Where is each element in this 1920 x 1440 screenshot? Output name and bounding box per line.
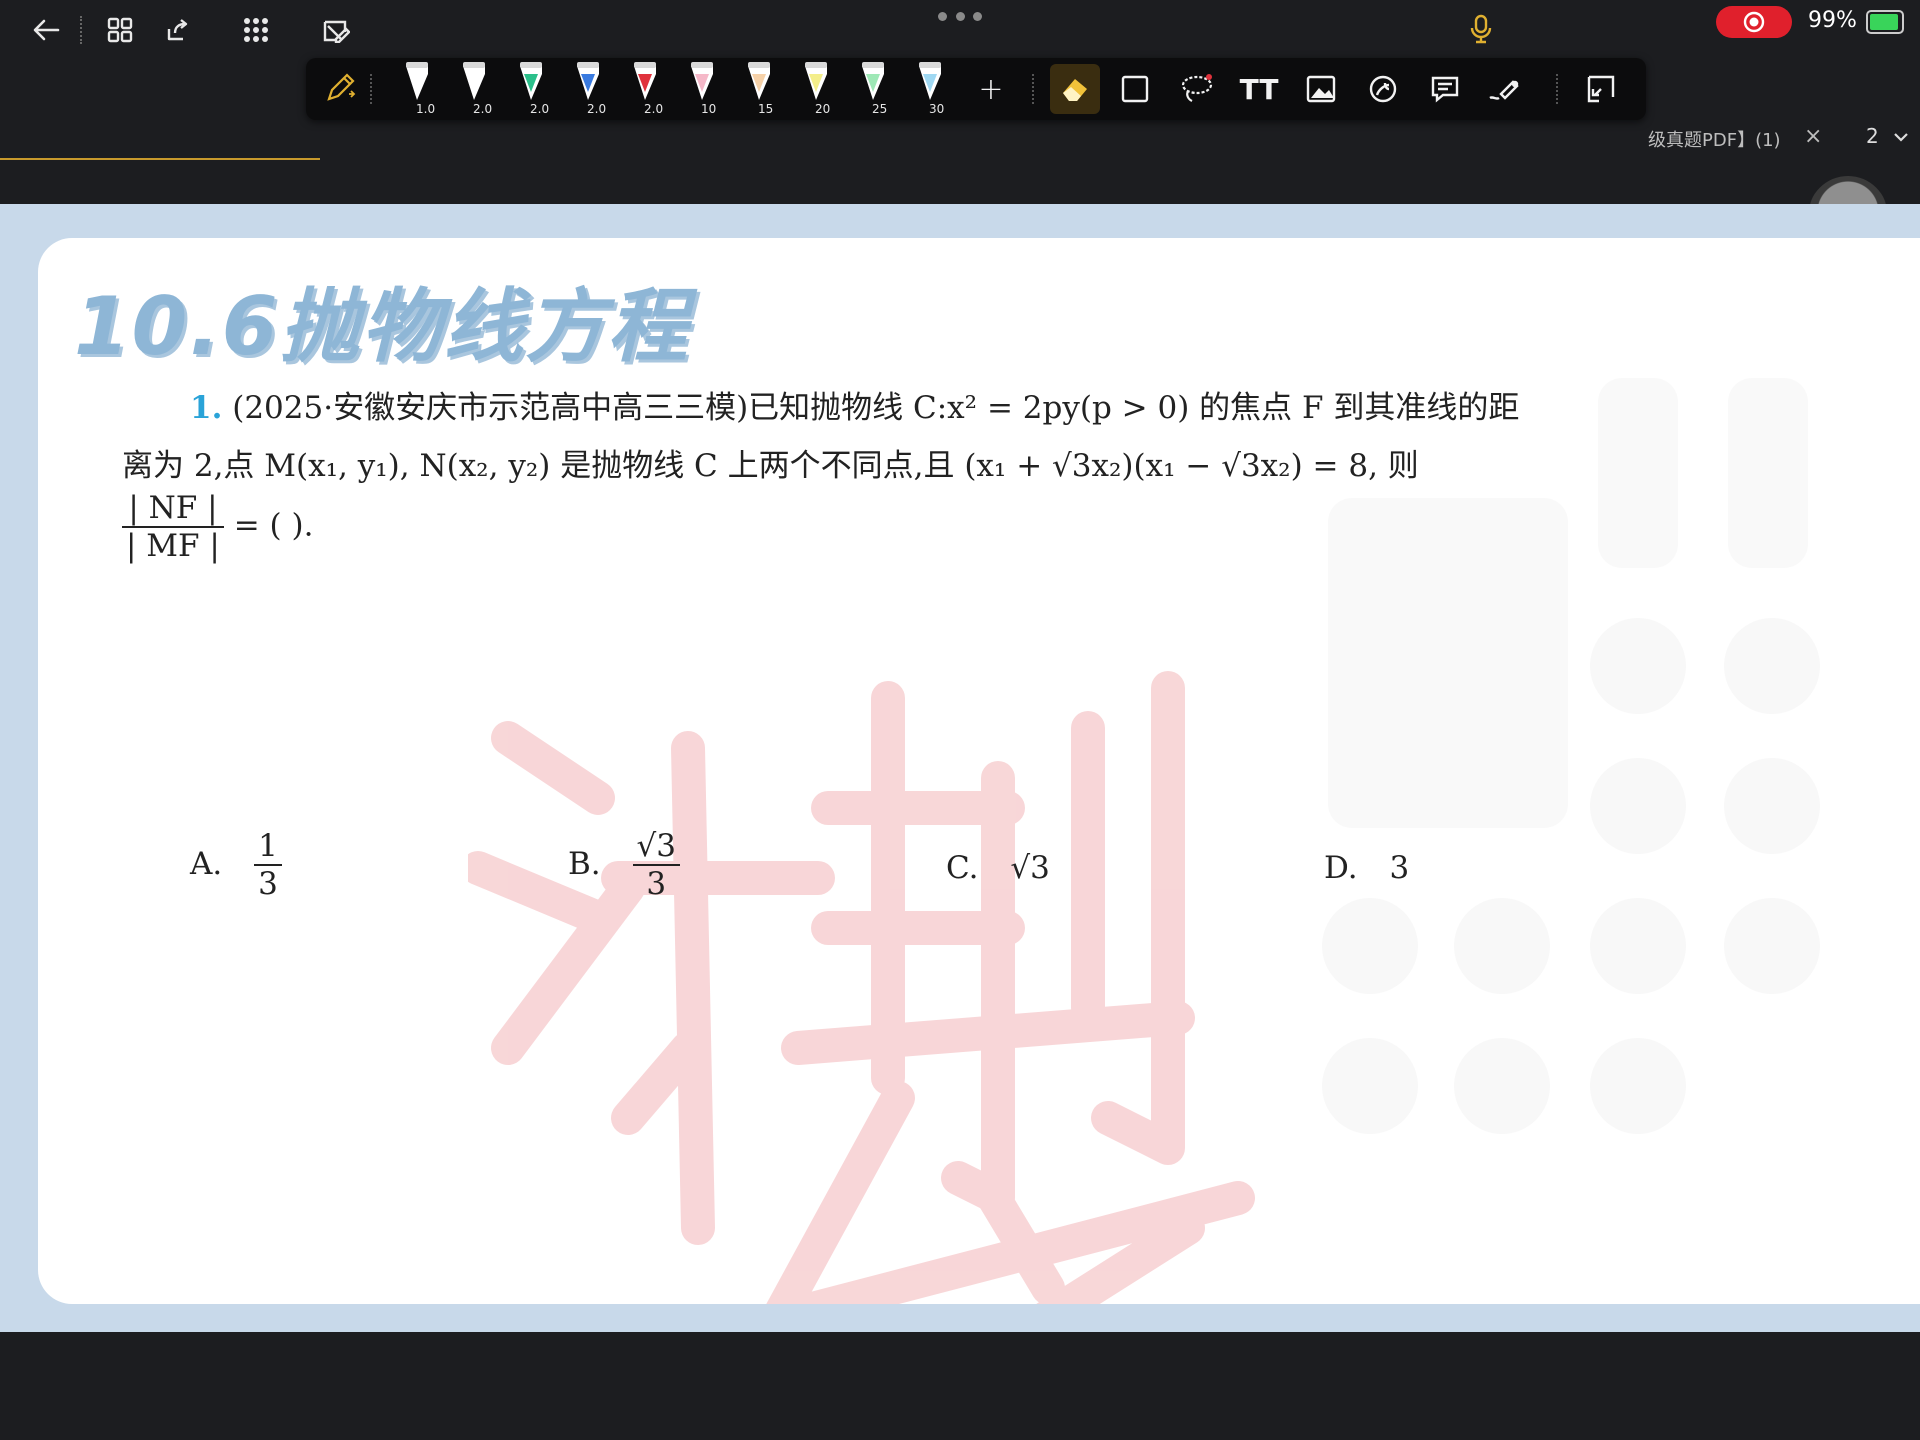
pen-size-label: 2.0	[587, 102, 607, 116]
apps-icon[interactable]	[236, 10, 276, 50]
page-number: 2	[1866, 124, 1879, 148]
document-tab-title[interactable]: 级真题PDF】(1)	[1648, 126, 1781, 152]
screen-record-icon[interactable]	[1716, 6, 1792, 38]
page-number-selector[interactable]: 2	[1866, 124, 1909, 148]
export-icon[interactable]	[158, 10, 198, 50]
pen-tool[interactable]: 25	[852, 60, 896, 118]
option-fraction: 1 3	[254, 828, 282, 902]
top-navigation-bar: 99%	[0, 0, 1920, 60]
control-ghost	[1724, 758, 1820, 854]
pen-size-label: 25	[872, 102, 888, 116]
pen-size-label: 20	[815, 102, 831, 116]
control-ghost	[1598, 378, 1678, 568]
question-text: (2025·安徽安庆市示范高中高三三模)已知抛物线 C:x² = 2py(p >…	[232, 390, 1520, 426]
option-fraction: √3 3	[632, 828, 680, 902]
divider	[370, 74, 372, 104]
pen-tool[interactable]: 1.0	[396, 60, 440, 118]
control-ghost	[1322, 1038, 1418, 1134]
fraction-numerator: √3	[632, 828, 680, 866]
pen-tool[interactable]: 30	[909, 60, 953, 118]
question-fraction-line: | NF | | MF | = ( ).	[122, 490, 313, 564]
pencil-bluetooth-icon[interactable]	[316, 64, 366, 114]
microphone-icon	[1470, 14, 1492, 48]
option-a[interactable]: A. 1 3	[190, 828, 282, 902]
pen-tool[interactable]: 2.0	[453, 60, 497, 118]
chevron-down-icon	[1894, 133, 1908, 142]
question-line-2: 离为 2,点 M(x₁, y₁), N(x₂, y₂) 是抛物线 C 上两个不同…	[122, 448, 1419, 484]
pen-tool[interactable]: 2.0	[567, 60, 611, 118]
divider	[1556, 74, 1558, 104]
control-ghost	[1590, 1038, 1686, 1134]
option-c[interactable]: C. √3	[946, 850, 1050, 886]
control-ghost	[1728, 378, 1808, 568]
laser-pointer-icon[interactable]	[1480, 64, 1530, 114]
pen-size-label: 30	[929, 102, 945, 116]
add-pen-button[interactable]: +	[966, 64, 1016, 114]
pen-tool[interactable]: 15	[738, 60, 782, 118]
image-icon[interactable]	[1296, 64, 1346, 114]
question-line-1: 1. (2025·安徽安庆市示范高中高三三模)已知抛物线 C:x² = 2py(…	[190, 382, 1519, 427]
pen-tool[interactable]: 2.0	[510, 60, 554, 118]
section-title: 10.6抛物线方程	[74, 280, 690, 373]
divider	[80, 16, 82, 44]
active-tab-indicator	[0, 158, 320, 160]
fraction-numerator: | NF |	[122, 490, 224, 528]
pen-size-label: 2.0	[530, 102, 550, 116]
control-ghost	[1590, 618, 1686, 714]
answer-blank: = ( ).	[233, 507, 314, 544]
control-ghost	[1454, 1038, 1550, 1134]
option-value: 3	[1389, 850, 1410, 886]
control-ghost	[1724, 618, 1820, 714]
pen-size-label: 15	[758, 102, 774, 116]
pen-tool[interactable]: 2.0	[624, 60, 668, 118]
crop-icon[interactable]	[1576, 64, 1626, 114]
pdf-page[interactable]: 10.6抛物线方程 1. (2025·安徽安庆市示范高中高三三模)已知抛物线 C…	[38, 238, 1920, 1304]
control-ghost	[1454, 898, 1550, 994]
battery-percentage: 99%	[1808, 8, 1857, 33]
more-dots-icon[interactable]	[938, 12, 982, 24]
fraction-denominator: | MF |	[126, 528, 220, 564]
control-ghost	[1590, 898, 1686, 994]
control-ghost	[1724, 898, 1820, 994]
battery-icon	[1866, 10, 1904, 34]
pen-tool[interactable]: 20	[795, 60, 839, 118]
fraction-denominator: 3	[258, 866, 278, 902]
option-label: C.	[946, 850, 979, 886]
pen-size-label: 2.0	[644, 102, 664, 116]
control-ghost	[1328, 498, 1568, 828]
shape-icon[interactable]	[1110, 64, 1160, 114]
question-number: 1.	[190, 390, 223, 426]
fraction-numerator: 1	[254, 828, 282, 866]
control-ghost	[1322, 898, 1418, 994]
back-arrow-icon[interactable]	[26, 10, 66, 50]
pen-tool[interactable]: 10	[681, 60, 725, 118]
lasso-icon[interactable]	[1172, 64, 1222, 114]
fraction: | NF | | MF |	[122, 490, 224, 564]
option-value: √3	[1010, 850, 1050, 886]
option-label: B.	[568, 845, 601, 882]
option-label: A.	[190, 845, 223, 882]
pen-size-label: 1.0	[416, 102, 436, 116]
control-ghost	[1590, 758, 1686, 854]
annotation-toolbar: 1.0 2.0 2.0 2.0 2.0 10 15 20 25 30 + TT	[306, 58, 1646, 120]
comment-icon[interactable]	[1420, 64, 1470, 114]
pen-size-label: 2.0	[473, 102, 493, 116]
option-b[interactable]: B. √3 3	[568, 828, 680, 902]
close-tab-icon[interactable]: ×	[1804, 124, 1822, 149]
option-label: D.	[1324, 850, 1358, 886]
edit-cancel-icon[interactable]	[316, 10, 356, 50]
pen-size-label: 10	[701, 102, 717, 116]
divider	[1032, 74, 1034, 104]
eraser-icon[interactable]	[1050, 64, 1100, 114]
fraction-denominator: 3	[646, 866, 667, 902]
grid-icon[interactable]	[100, 10, 140, 50]
bottom-bar	[0, 1332, 1920, 1440]
text-icon[interactable]: TT	[1234, 64, 1284, 114]
sticker-icon[interactable]	[1358, 64, 1408, 114]
option-d[interactable]: D. 3	[1324, 850, 1409, 886]
